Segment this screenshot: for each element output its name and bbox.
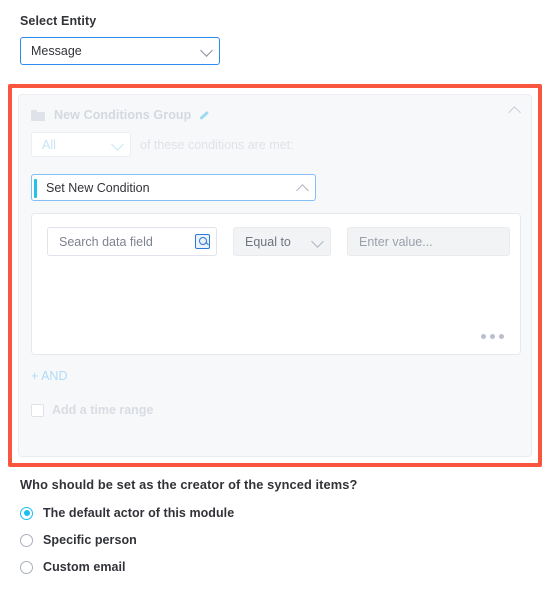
radio-label: The default actor of this module — [43, 506, 235, 520]
radio-option-default-actor[interactable]: The default actor of this module — [20, 506, 440, 520]
radio-icon[interactable] — [20, 533, 33, 547]
radio-icon[interactable] — [20, 560, 33, 574]
chevron-down-icon — [111, 137, 124, 151]
settings-panel: Select Entity Message New Conditions Gro… — [0, 0, 550, 590]
match-condition-row: All of these conditions are met: — [31, 132, 294, 157]
ellipsis-dot — [481, 334, 486, 339]
set-new-condition-value: Set New Condition — [46, 180, 150, 195]
condition-editor-card: Search data field Equal to Enter value..… — [31, 213, 521, 355]
creator-block: Who should be set as the creator of the … — [20, 477, 440, 587]
ellipsis-dot — [499, 334, 504, 339]
chevron-down-icon — [311, 234, 324, 248]
select-entity-label: Select Entity — [20, 14, 97, 28]
operator-select[interactable]: Equal to — [233, 227, 331, 256]
conditions-group-header: New Conditions Group — [31, 105, 519, 125]
radio-label: Specific person — [43, 533, 137, 547]
match-type-value: All — [42, 137, 56, 152]
search-icon[interactable] — [195, 233, 210, 249]
creator-question: Who should be set as the creator of the … — [20, 477, 358, 492]
radio-option-specific-person[interactable]: Specific person — [20, 533, 440, 547]
select-entity-block: Select Entity Message — [20, 14, 220, 65]
radio-label: Custom email — [43, 560, 126, 574]
chevron-down-icon — [200, 44, 213, 57]
folder-icon — [31, 109, 45, 121]
search-data-field-input[interactable]: Search data field — [47, 227, 217, 256]
operator-value: Equal to — [245, 234, 291, 249]
condition-value-placeholder: Enter value... — [359, 234, 433, 249]
match-type-select[interactable]: All — [31, 132, 131, 157]
add-time-range-label: Add a time range — [52, 403, 154, 417]
ellipsis-icon[interactable] — [481, 334, 504, 339]
condition-row: Search data field Equal to Enter value..… — [47, 227, 510, 256]
active-accent-bar — [34, 179, 37, 198]
search-data-field-placeholder: Search data field — [59, 234, 153, 249]
pencil-icon[interactable] — [198, 110, 209, 121]
entity-select[interactable]: Message — [20, 37, 220, 65]
add-time-range-row[interactable]: Add a time range — [31, 403, 153, 417]
radio-option-custom-email[interactable]: Custom email — [20, 560, 440, 574]
add-time-range-checkbox[interactable] — [31, 403, 44, 417]
entity-select-value: Message — [31, 44, 82, 58]
match-suffix-label: of these conditions are met: — [140, 137, 294, 152]
add-and-condition-link[interactable]: + AND — [31, 369, 67, 383]
set-new-condition-select[interactable]: Set New Condition — [31, 174, 316, 201]
conditions-group-title: New Conditions Group — [54, 108, 192, 122]
radio-icon[interactable] — [20, 506, 33, 520]
collapse-group-button[interactable] — [507, 106, 523, 120]
ellipsis-dot — [490, 334, 495, 339]
condition-value-input[interactable]: Enter value... — [347, 227, 510, 256]
conditions-group-panel: New Conditions Group All of these condit… — [18, 94, 532, 457]
chevron-up-icon — [296, 183, 309, 197]
